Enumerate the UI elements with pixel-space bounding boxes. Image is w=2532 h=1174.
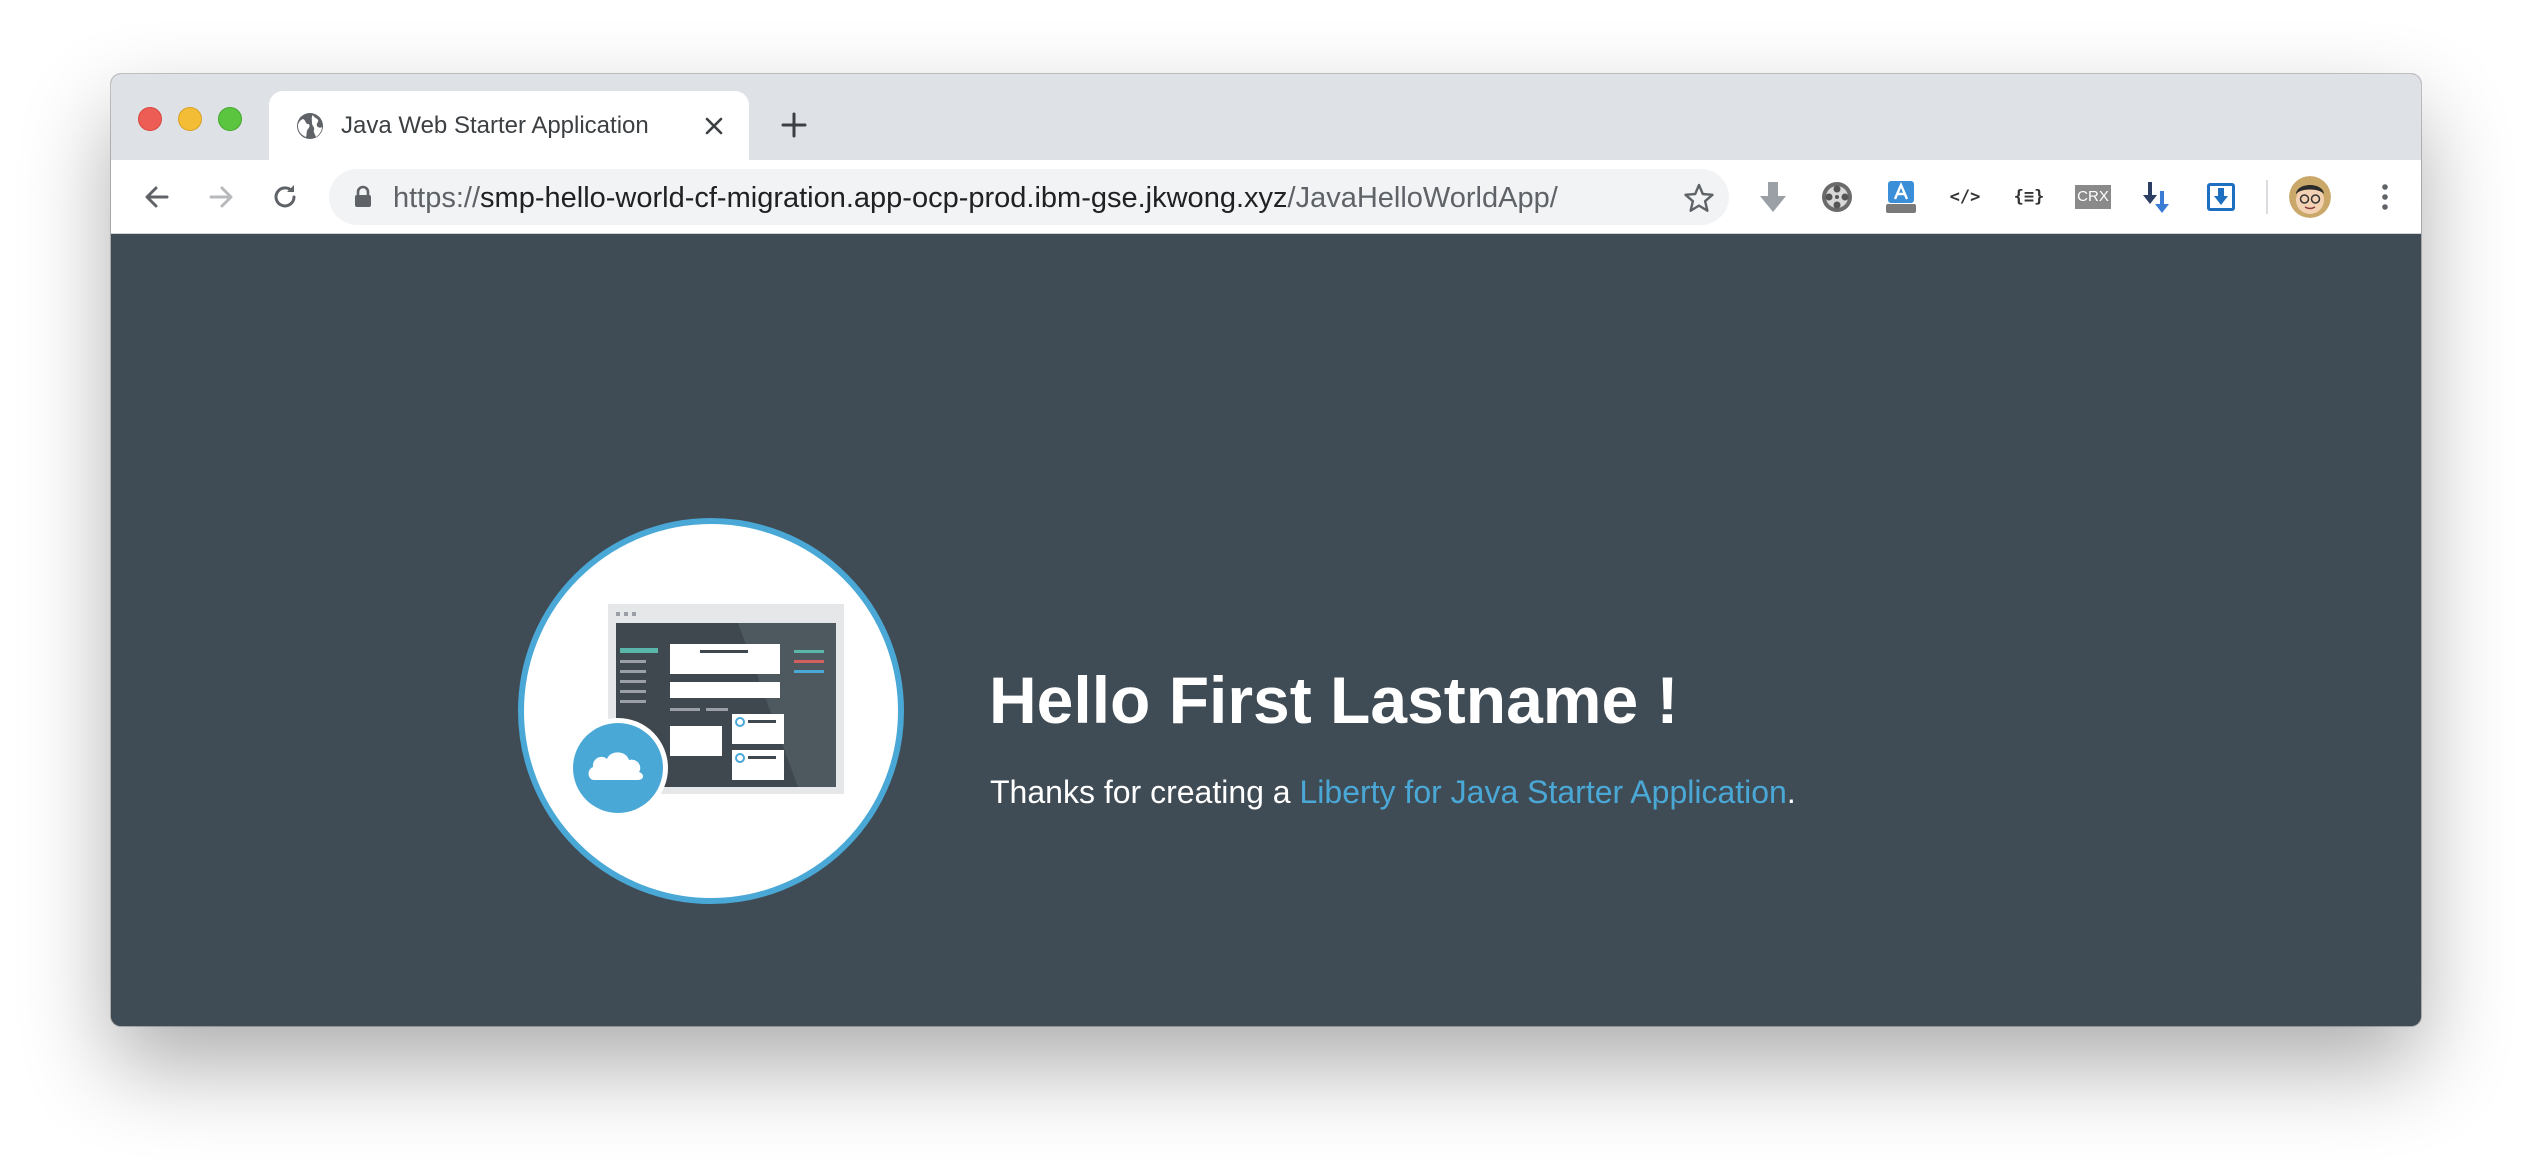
window-maximize-button[interactable] — [218, 107, 242, 131]
new-tab-button[interactable] — [778, 109, 810, 141]
reload-button[interactable] — [267, 179, 303, 215]
page-heading: Hello First Lastname ! — [989, 663, 1679, 737]
cloud-app-illustration — [518, 518, 904, 904]
url-path: /JavaHelloWorldApp/ — [1287, 182, 1558, 214]
url-text[interactable]: https://smp-hello-world-cf-migration.app… — [393, 183, 1558, 213]
forward-button[interactable] — [203, 179, 239, 215]
save-download-icon[interactable] — [2203, 179, 2239, 215]
sort-download-icon[interactable] — [2139, 179, 2175, 215]
browser-window: Java Web Starter Application https://smp… — [111, 74, 2421, 1026]
url-host: smp-hello-world-cf-migration.app-ocp-pro… — [480, 182, 1288, 214]
address-bar[interactable]: https://smp-hello-world-cf-migration.app… — [329, 169, 1729, 225]
translate-icon[interactable] — [1883, 179, 1919, 215]
toolbar-separator — [2266, 180, 2268, 214]
json-icon[interactable]: {≡} — [2011, 179, 2047, 215]
code-icon[interactable]: </> — [1947, 179, 1983, 215]
download-arrow-icon[interactable] — [1755, 179, 1791, 215]
url-scheme: https:// — [393, 182, 481, 214]
bookmark-star-icon[interactable] — [1683, 182, 1715, 214]
lock-icon[interactable] — [353, 185, 373, 209]
tab-title: Java Web Starter Application — [341, 112, 649, 139]
back-button[interactable] — [139, 179, 175, 215]
toolbar: https://smp-hello-world-cf-migration.app… — [111, 160, 2421, 234]
close-icon[interactable] — [701, 113, 727, 139]
starter-app-link[interactable]: Liberty for Java Starter Application — [1299, 774, 1786, 810]
globe-icon — [297, 113, 323, 139]
welcome-message: Thanks for creating a Liberty for Java S… — [990, 774, 1796, 810]
tab-strip: Java Web Starter Application — [111, 74, 2421, 160]
window-close-button[interactable] — [138, 107, 162, 131]
tab-active[interactable]: Java Web Starter Application — [269, 91, 749, 160]
crx-icon[interactable]: CRX — [2075, 179, 2111, 215]
window-minimize-button[interactable] — [178, 107, 202, 131]
profile-avatar[interactable] — [2289, 176, 2331, 218]
film-reel-icon[interactable] — [1819, 179, 1855, 215]
page-content: Hello First Lastname ! Thanks for creati… — [111, 234, 2421, 1026]
more-menu-icon[interactable] — [2367, 179, 2403, 215]
